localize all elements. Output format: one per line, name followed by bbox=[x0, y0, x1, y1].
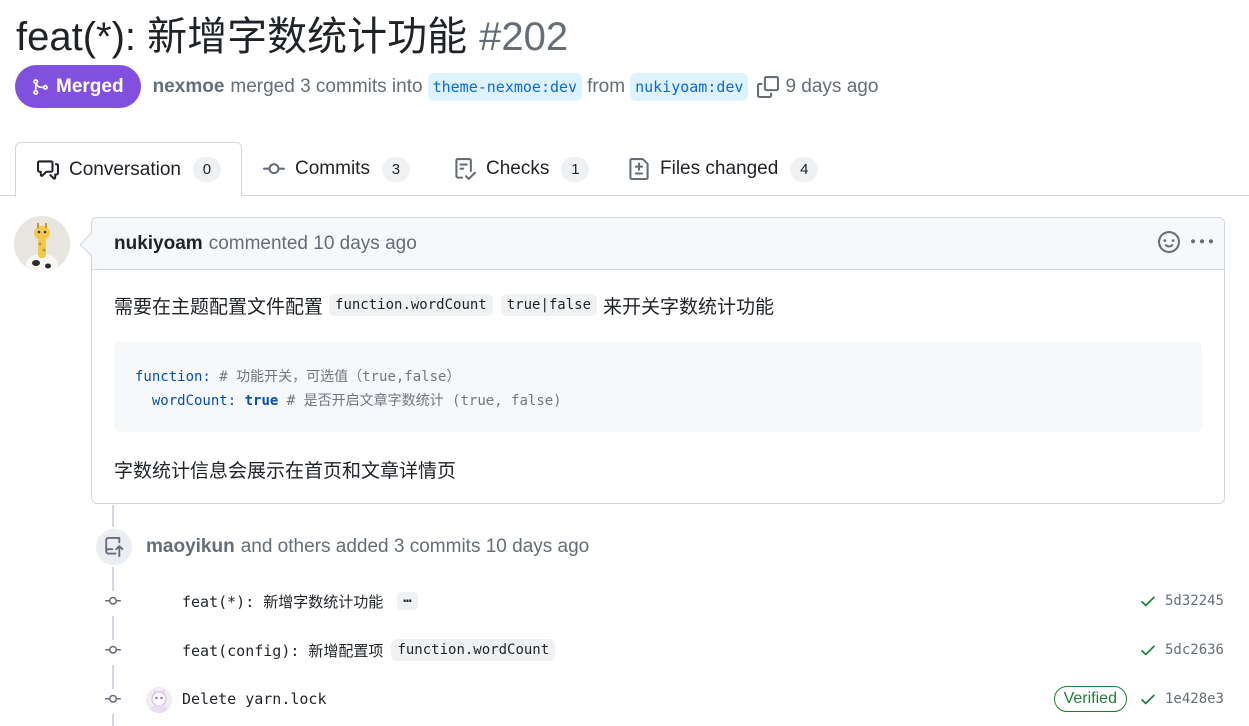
base-branch[interactable]: theme-nexmoe:dev bbox=[427, 72, 583, 101]
event-description: and others added 3 commits 10 days ago bbox=[240, 536, 590, 557]
comment-actions bbox=[1148, 231, 1214, 253]
tab-files-changed[interactable]: Files changed 4 bbox=[628, 142, 819, 196]
verified-badge[interactable]: Verified bbox=[1053, 686, 1127, 712]
commit-message-link[interactable]: feat(config): 新增配置项 bbox=[182, 640, 383, 661]
commit-message: Delete yarn.lock bbox=[182, 684, 327, 714]
head-branch[interactable]: nukiyoam:dev bbox=[630, 72, 749, 101]
check-icon[interactable] bbox=[1139, 690, 1157, 708]
comment-box: nukiyoam commented 10 days ago 需要在主题配置文件… bbox=[91, 217, 1225, 504]
avatar[interactable] bbox=[14, 216, 70, 272]
merge-time[interactable]: 9 days ago bbox=[785, 76, 878, 98]
tab-commits-count: 3 bbox=[381, 156, 410, 182]
git-commit-icon bbox=[100, 640, 126, 665]
tab-files-changed-label: Files changed bbox=[660, 158, 779, 179]
code-value-true: true bbox=[244, 393, 279, 409]
tab-checks-count: 1 bbox=[561, 156, 590, 182]
tab-checks[interactable]: Checks 1 bbox=[454, 142, 590, 196]
comment-meta[interactable]: commented 10 days ago bbox=[209, 233, 417, 255]
copy-icon[interactable] bbox=[757, 75, 780, 98]
commits-event: maoyikun and others added 3 commits 10 d… bbox=[146, 532, 589, 562]
event-actor[interactable]: maoyikun bbox=[146, 536, 235, 558]
code-comment-2: # 是否开启文章字数统计 (true, false) bbox=[286, 393, 562, 409]
commit-status: 5d32245 bbox=[1139, 586, 1224, 616]
comment-paragraph-2: 字数统计信息会展示在首页和文章详情页 bbox=[114, 460, 457, 482]
inline-code-true-false: true|false bbox=[500, 294, 598, 316]
git-commit-icon bbox=[263, 163, 285, 175]
comment-author[interactable]: nukiyoam bbox=[114, 233, 203, 255]
kebab-horizontal-icon[interactable] bbox=[1190, 231, 1214, 253]
commit-sha[interactable]: 5d32245 bbox=[1165, 593, 1224, 609]
smiley-icon[interactable] bbox=[1158, 231, 1180, 253]
check-icon[interactable] bbox=[1139, 592, 1157, 610]
pr-number: #202 bbox=[479, 15, 569, 59]
commit-sha[interactable]: 5dc2636 bbox=[1165, 642, 1224, 658]
merged-state-badge: Merged bbox=[15, 65, 141, 108]
comment-header: nukiyoam commented 10 days ago bbox=[92, 218, 1224, 270]
git-commit-icon bbox=[100, 689, 126, 714]
check-icon[interactable] bbox=[1139, 641, 1157, 659]
tab-checks-label: Checks bbox=[486, 158, 550, 179]
git-merge-icon bbox=[33, 78, 48, 95]
git-commit-icon bbox=[100, 591, 126, 616]
merge-text: merged 3 commits into bbox=[230, 75, 423, 97]
commit-row: feat(*): 新增字数统计功能 … 5d32245 bbox=[0, 586, 1249, 616]
from-text: from bbox=[587, 75, 626, 97]
comment-discussion-icon bbox=[37, 159, 59, 180]
tab-files-changed-count: 4 bbox=[790, 156, 819, 182]
tab-conversation-count: 0 bbox=[192, 157, 221, 182]
pr-meta: Merged nexmoe merged 3 commits into them… bbox=[15, 65, 878, 108]
commit-status: 5dc2636 bbox=[1139, 635, 1224, 665]
tab-commits-label: Commits bbox=[295, 158, 370, 179]
tab-conversation-label: Conversation bbox=[69, 158, 181, 180]
commit-row: feat(config): 新增配置项 function.wordCount 5… bbox=[0, 635, 1249, 665]
pr-title-row: feat(*): 新增字数统计功能 #202 bbox=[16, 4, 568, 60]
merged-label: Merged bbox=[56, 75, 124, 97]
comment-paragraph-1: 需要在主题配置文件配置 function.wordCount true|fals… bbox=[114, 290, 1202, 320]
code-block: function: # 功能开关，可选值（true,false） wordCou… bbox=[114, 342, 1202, 432]
pr-title: feat(*): 新增字数统计功能 bbox=[16, 15, 468, 59]
code-key-function: function: bbox=[135, 369, 211, 385]
commit-message-link[interactable]: feat(*): 新增字数统计功能 bbox=[182, 591, 383, 612]
tab-conversation[interactable]: Conversation 0 bbox=[15, 142, 242, 197]
expand-commit-button[interactable]: … bbox=[397, 591, 418, 610]
commit-message-link[interactable]: Delete yarn.lock bbox=[182, 690, 327, 708]
commit-sha[interactable]: 1e428e3 bbox=[1165, 691, 1224, 707]
commit-message: feat(*): 新增字数统计功能 … bbox=[182, 586, 418, 616]
code-comment-1: # 功能开关，可选值（true,false） bbox=[219, 369, 461, 385]
author-avatar-image bbox=[14, 216, 70, 272]
merger-link[interactable]: nexmoe bbox=[153, 76, 225, 98]
commit-status: Verified 1e428e3 bbox=[1053, 684, 1224, 714]
pr-tabs: Conversation 0 Commits 3 Checks 1 Files … bbox=[0, 142, 1249, 197]
commit-inline-code[interactable]: function.wordCount bbox=[391, 639, 556, 661]
file-diff-icon bbox=[629, 158, 649, 180]
paragraph-1-prefix: 需要在主题配置文件配置 bbox=[114, 296, 324, 318]
paragraph-1-suffix: 来开关字数统计功能 bbox=[603, 296, 775, 318]
checklist-icon bbox=[455, 158, 476, 180]
commit-message: feat(config): 新增配置项 function.wordCount bbox=[182, 635, 559, 665]
code-key-wordcount: wordCount: bbox=[151, 393, 237, 409]
tab-commits[interactable]: Commits 3 bbox=[263, 142, 410, 196]
commit-author-avatar[interactable] bbox=[146, 687, 172, 713]
repo-push-icon bbox=[94, 527, 134, 567]
inline-code-wordcount: function.wordCount bbox=[329, 294, 493, 316]
commit-row: Delete yarn.lock Verified 1e428e3 bbox=[0, 684, 1249, 714]
comment-body: 需要在主题配置文件配置 function.wordCount true|fals… bbox=[114, 290, 1202, 482]
